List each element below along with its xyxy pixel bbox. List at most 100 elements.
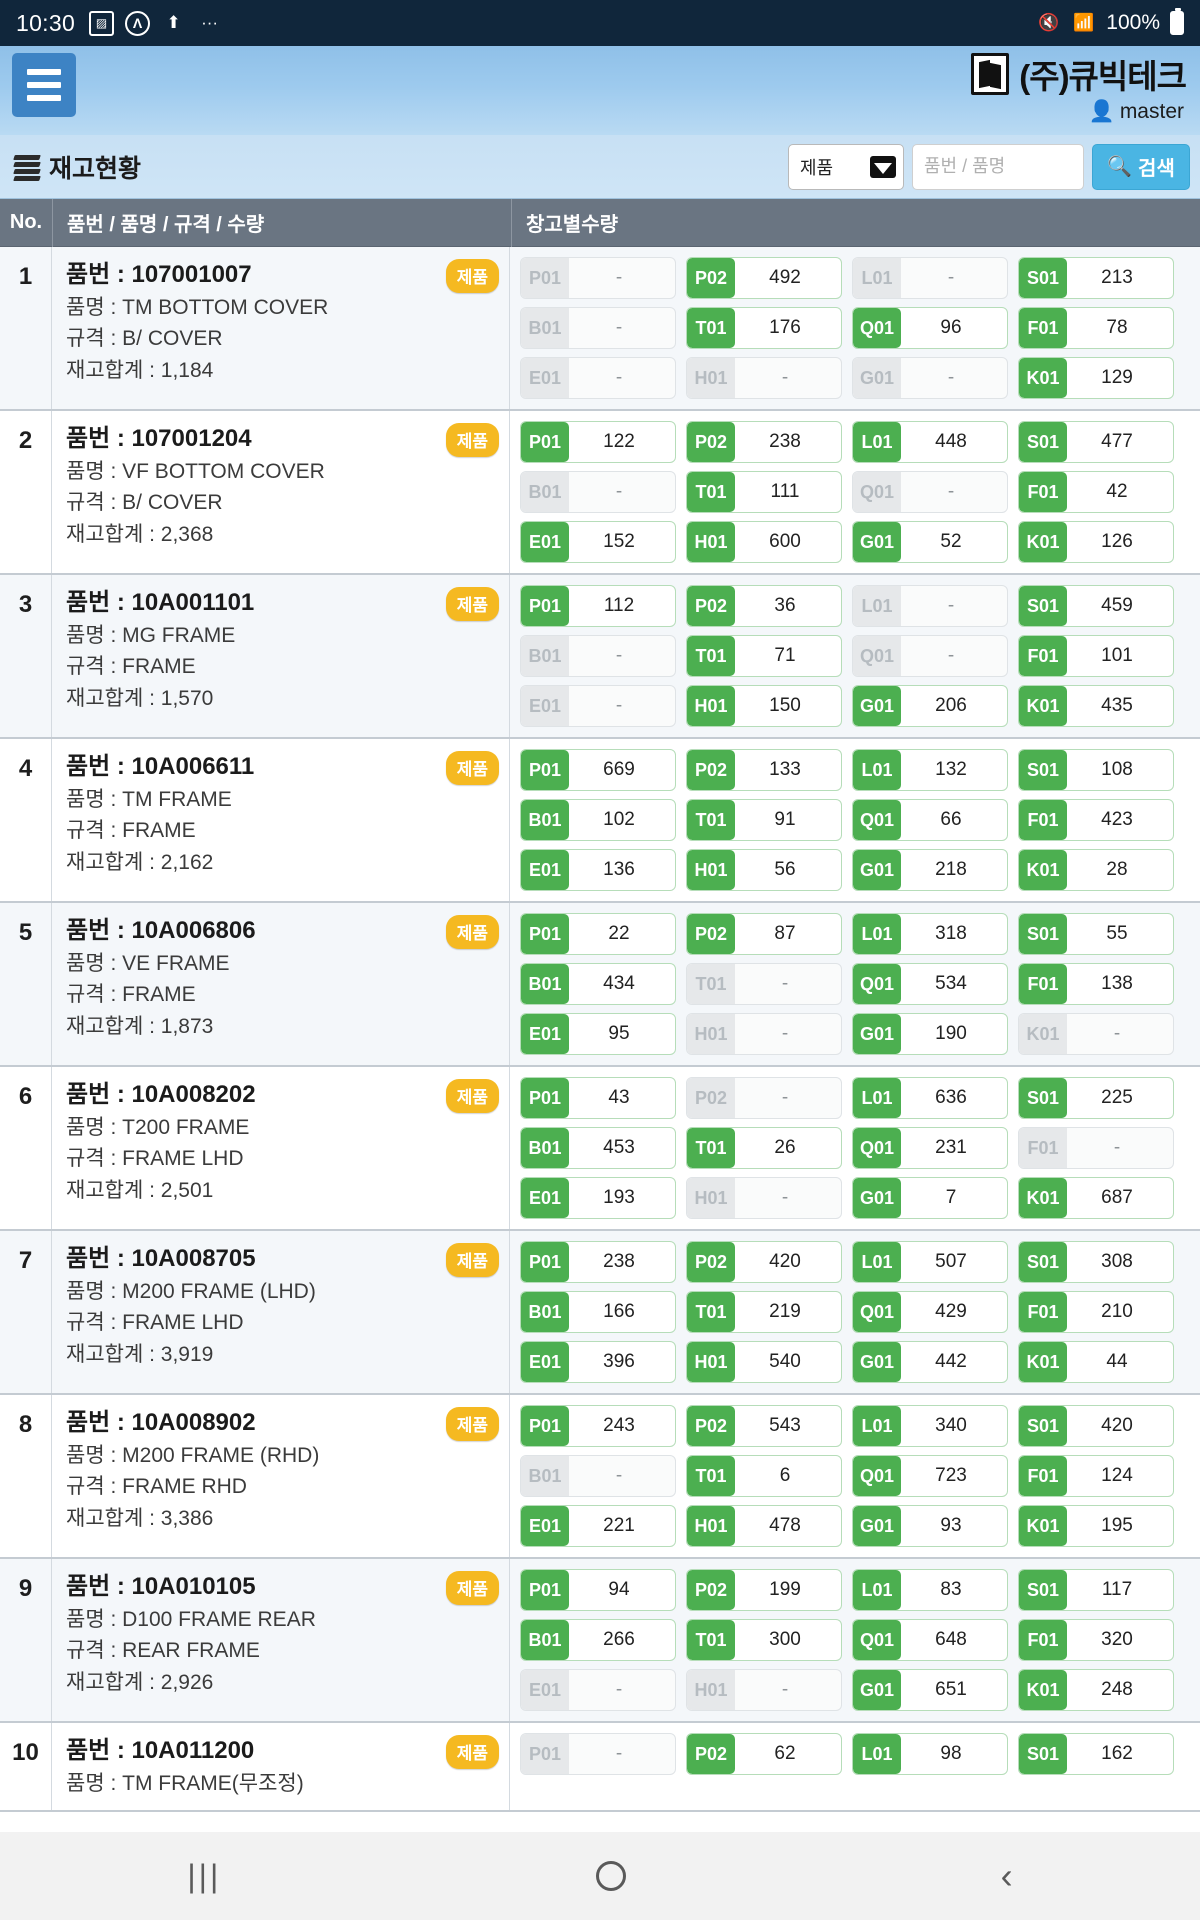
warehouse-cell[interactable]: Q01 648 xyxy=(852,1619,1008,1661)
table-row[interactable]: 5 품번 : 10A006806 품명 : VE FRAME 규격 : FRAME 재고… xyxy=(0,903,1200,1067)
warehouse-cell[interactable]: P01 243 xyxy=(520,1405,676,1447)
warehouse-cell[interactable]: K01 435 xyxy=(1018,685,1174,727)
warehouse-cell[interactable]: F01 101 xyxy=(1018,635,1174,677)
warehouse-cell[interactable]: L01 340 xyxy=(852,1405,1008,1447)
table-row[interactable]: 10 품번 : 10A011200 품명 : TM FRAME(무조정) 제품 P01 -… xyxy=(0,1723,1200,1813)
warehouse-cell[interactable]: K01 248 xyxy=(1018,1669,1174,1711)
warehouse-cell[interactable]: P01 669 xyxy=(520,749,676,791)
warehouse-cell[interactable]: K01 195 xyxy=(1018,1505,1174,1547)
warehouse-cell[interactable]: K01 129 xyxy=(1018,357,1174,399)
warehouse-cell[interactable]: G01 651 xyxy=(852,1669,1008,1711)
warehouse-cell[interactable]: T01 219 xyxy=(686,1291,842,1333)
warehouse-cell[interactable]: H01 - xyxy=(686,357,842,399)
warehouse-cell[interactable]: L01 - xyxy=(852,585,1008,627)
warehouse-cell[interactable]: K01 - xyxy=(1018,1013,1174,1055)
warehouse-cell[interactable]: H01 - xyxy=(686,1177,842,1219)
warehouse-cell[interactable]: B01 434 xyxy=(520,963,676,1005)
warehouse-cell[interactable]: F01 124 xyxy=(1018,1455,1174,1497)
warehouse-cell[interactable]: E01 221 xyxy=(520,1505,676,1547)
warehouse-cell[interactable]: Q01 429 xyxy=(852,1291,1008,1333)
warehouse-cell[interactable]: P01 - xyxy=(520,257,676,299)
warehouse-cell[interactable]: P02 199 xyxy=(686,1569,842,1611)
warehouse-cell[interactable]: P01 122 xyxy=(520,421,676,463)
warehouse-cell[interactable]: S01 477 xyxy=(1018,421,1174,463)
warehouse-cell[interactable]: G01 206 xyxy=(852,685,1008,727)
warehouse-cell[interactable]: L01 507 xyxy=(852,1241,1008,1283)
warehouse-cell[interactable]: G01 52 xyxy=(852,521,1008,563)
warehouse-cell[interactable]: G01 7 xyxy=(852,1177,1008,1219)
table-row[interactable]: 3 품번 : 10A001101 품명 : MG FRAME 규격 : FRAME 재고… xyxy=(0,575,1200,739)
warehouse-cell[interactable]: H01 540 xyxy=(686,1341,842,1383)
warehouse-cell[interactable]: B01 102 xyxy=(520,799,676,841)
warehouse-cell[interactable]: B01 266 xyxy=(520,1619,676,1661)
warehouse-cell[interactable]: P02 87 xyxy=(686,913,842,955)
warehouse-cell[interactable]: L01 636 xyxy=(852,1077,1008,1119)
warehouse-cell[interactable]: Q01 723 xyxy=(852,1455,1008,1497)
search-input[interactable] xyxy=(912,143,1084,190)
table-row[interactable]: 8 품번 : 10A008902 품명 : M200 FRAME (RHD) 규격 :… xyxy=(0,1395,1200,1559)
warehouse-cell[interactable]: Q01 - xyxy=(852,635,1008,677)
warehouse-cell[interactable]: P02 238 xyxy=(686,421,842,463)
warehouse-cell[interactable]: S01 117 xyxy=(1018,1569,1174,1611)
warehouse-cell[interactable]: P02 543 xyxy=(686,1405,842,1447)
warehouse-cell[interactable]: H01 478 xyxy=(686,1505,842,1547)
hamburger-menu-icon[interactable] xyxy=(12,53,76,117)
table-row[interactable]: 2 품번 : 107001204 품명 : VF BOTTOM COVER 규격 : … xyxy=(0,411,1200,575)
warehouse-cell[interactable]: L01 98 xyxy=(852,1733,1008,1775)
warehouse-cell[interactable]: Q01 96 xyxy=(852,307,1008,349)
warehouse-cell[interactable]: S01 225 xyxy=(1018,1077,1174,1119)
warehouse-cell[interactable]: L01 318 xyxy=(852,913,1008,955)
warehouse-cell[interactable]: F01 423 xyxy=(1018,799,1174,841)
warehouse-cell[interactable]: L01 132 xyxy=(852,749,1008,791)
warehouse-cell[interactable]: P02 133 xyxy=(686,749,842,791)
warehouse-cell[interactable]: B01 - xyxy=(520,635,676,677)
warehouse-cell[interactable]: K01 687 xyxy=(1018,1177,1174,1219)
search-button[interactable]: 🔍 검색 xyxy=(1092,143,1190,190)
warehouse-cell[interactable]: H01 150 xyxy=(686,685,842,727)
warehouse-cell[interactable]: S01 162 xyxy=(1018,1733,1174,1775)
warehouse-cell[interactable]: B01 166 xyxy=(520,1291,676,1333)
warehouse-cell[interactable]: P01 22 xyxy=(520,913,676,955)
warehouse-cell[interactable]: T01 176 xyxy=(686,307,842,349)
warehouse-cell[interactable]: H01 - xyxy=(686,1013,842,1055)
warehouse-cell[interactable]: Q01 534 xyxy=(852,963,1008,1005)
warehouse-cell[interactable]: B01 - xyxy=(520,471,676,513)
warehouse-cell[interactable]: T01 6 xyxy=(686,1455,842,1497)
warehouse-cell[interactable]: E01 152 xyxy=(520,521,676,563)
warehouse-cell[interactable]: S01 308 xyxy=(1018,1241,1174,1283)
warehouse-cell[interactable]: E01 - xyxy=(520,1669,676,1711)
warehouse-cell[interactable]: B01 - xyxy=(520,307,676,349)
warehouse-cell[interactable]: G01 190 xyxy=(852,1013,1008,1055)
warehouse-cell[interactable]: T01 71 xyxy=(686,635,842,677)
warehouse-cell[interactable]: P01 238 xyxy=(520,1241,676,1283)
table-row[interactable]: 1 품번 : 107001007 품명 : TM BOTTOM COVER 규격 : … xyxy=(0,247,1200,411)
warehouse-cell[interactable]: H01 - xyxy=(686,1669,842,1711)
warehouse-cell[interactable]: E01 193 xyxy=(520,1177,676,1219)
warehouse-cell[interactable]: S01 108 xyxy=(1018,749,1174,791)
warehouse-cell[interactable]: G01 - xyxy=(852,357,1008,399)
warehouse-cell[interactable]: E01 - xyxy=(520,685,676,727)
warehouse-cell[interactable]: Q01 66 xyxy=(852,799,1008,841)
table-row[interactable]: 6 품번 : 10A008202 품명 : T200 FRAME 규격 : FRAME… xyxy=(0,1067,1200,1231)
warehouse-cell[interactable]: P01 112 xyxy=(520,585,676,627)
warehouse-cell[interactable]: H01 600 xyxy=(686,521,842,563)
warehouse-cell[interactable]: G01 218 xyxy=(852,849,1008,891)
warehouse-cell[interactable]: B01 - xyxy=(520,1455,676,1497)
warehouse-cell[interactable]: L01 448 xyxy=(852,421,1008,463)
warehouse-cell[interactable]: P02 36 xyxy=(686,585,842,627)
warehouse-cell[interactable]: B01 453 xyxy=(520,1127,676,1169)
warehouse-cell[interactable]: Q01 - xyxy=(852,471,1008,513)
warehouse-cell[interactable]: K01 28 xyxy=(1018,849,1174,891)
table-row[interactable]: 4 품번 : 10A006611 품명 : TM FRAME 규격 : FRAME 재고… xyxy=(0,739,1200,903)
category-select[interactable]: 제품 xyxy=(788,143,904,190)
table-row[interactable]: 7 품번 : 10A008705 품명 : M200 FRAME (LHD) 규격 :… xyxy=(0,1231,1200,1395)
back-icon[interactable]: ‹ xyxy=(1001,1855,1013,1897)
warehouse-cell[interactable]: S01 459 xyxy=(1018,585,1174,627)
warehouse-cell[interactable]: S01 420 xyxy=(1018,1405,1174,1447)
warehouse-cell[interactable]: P01 - xyxy=(520,1733,676,1775)
warehouse-cell[interactable]: P01 94 xyxy=(520,1569,676,1611)
warehouse-cell[interactable]: T01 91 xyxy=(686,799,842,841)
warehouse-cell[interactable]: T01 300 xyxy=(686,1619,842,1661)
warehouse-cell[interactable]: E01 136 xyxy=(520,849,676,891)
warehouse-cell[interactable]: T01 26 xyxy=(686,1127,842,1169)
